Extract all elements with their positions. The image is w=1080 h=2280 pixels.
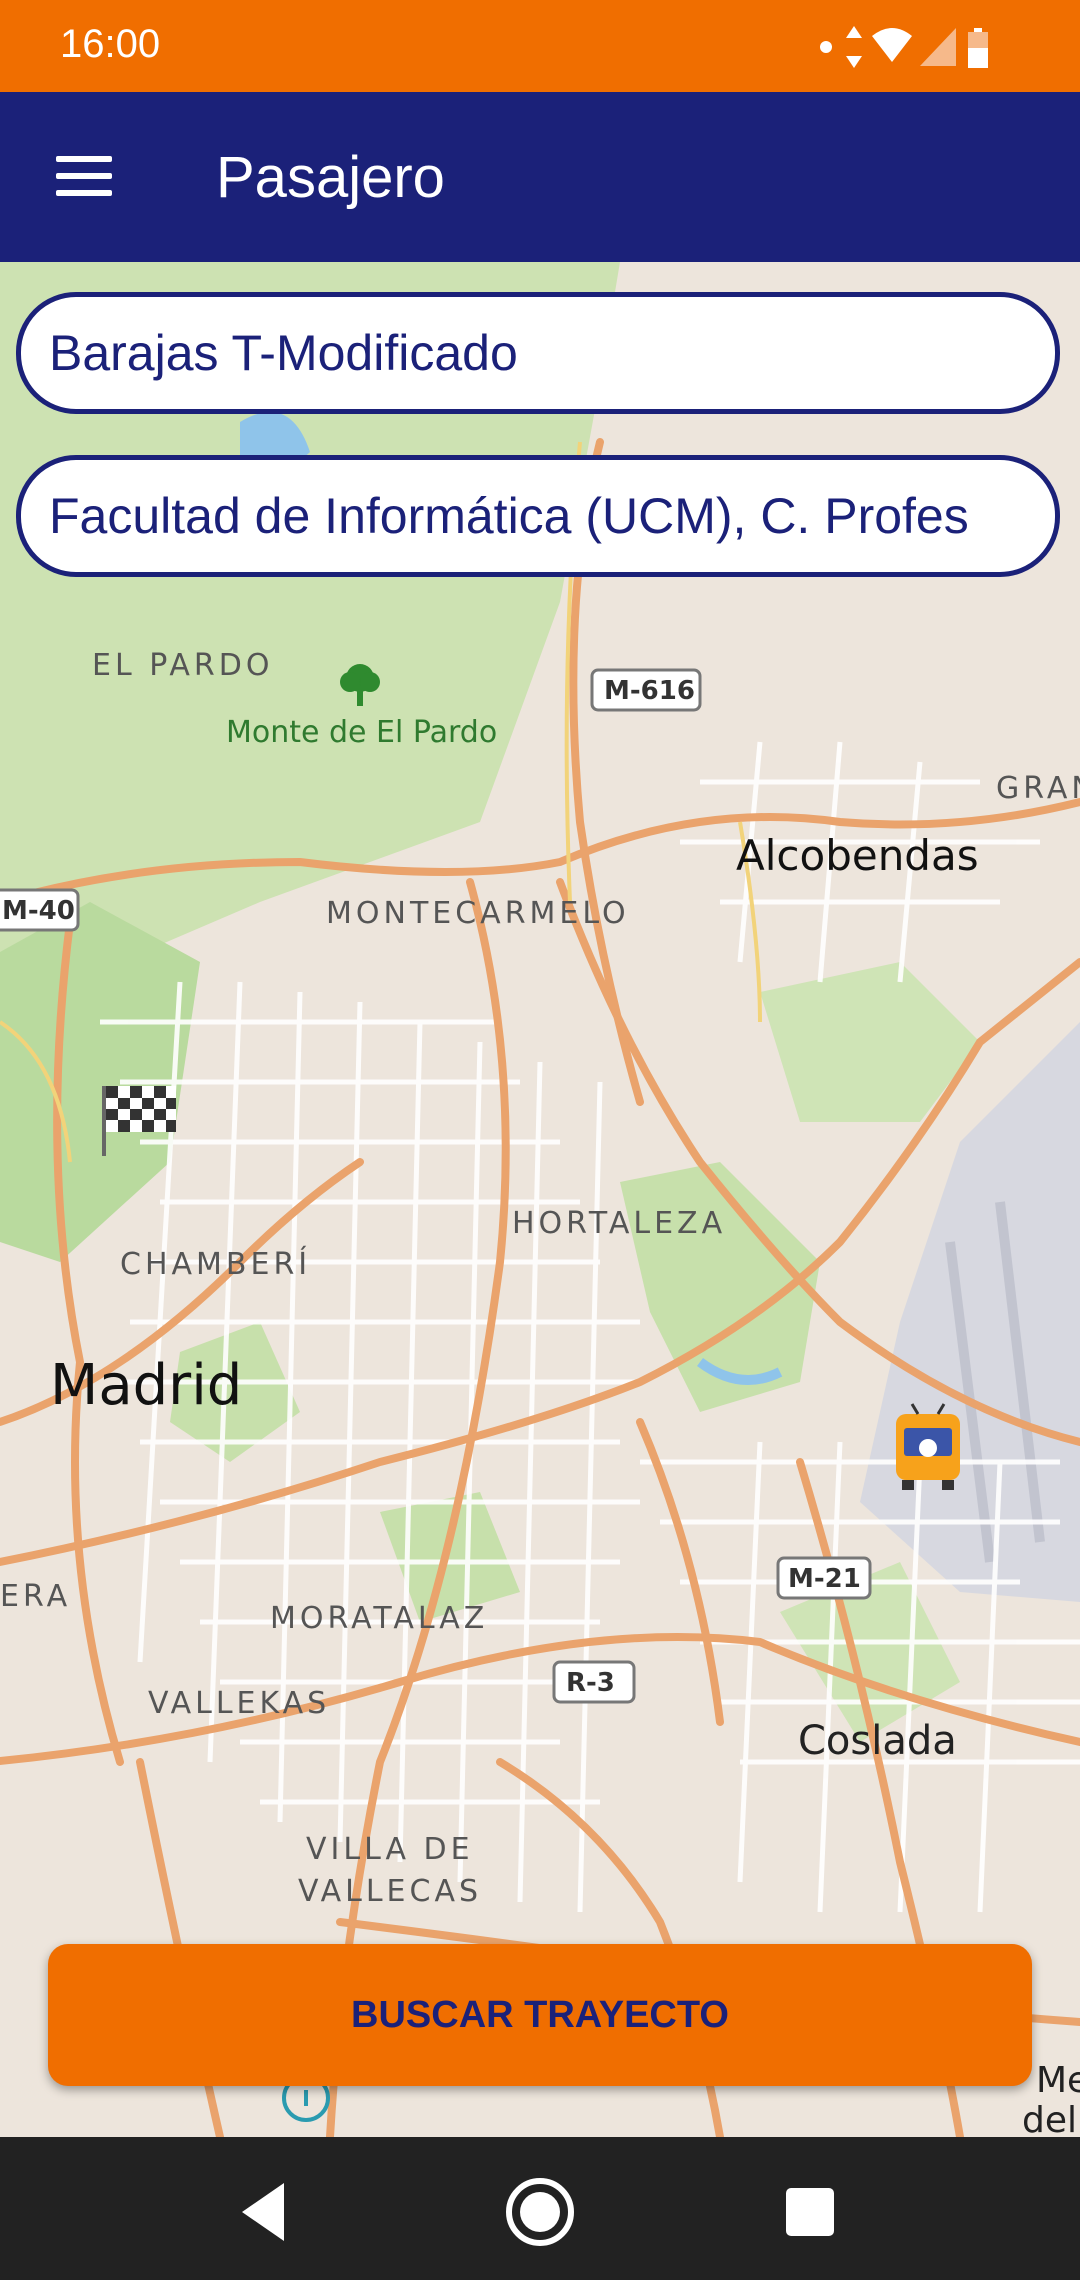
- battery-icon: [968, 28, 988, 68]
- status-bar: 16:00: [0, 0, 1080, 92]
- app-bar: Pasajero: [0, 92, 1080, 262]
- place-label: HORTALEZA: [512, 1206, 726, 1241]
- wifi-icon: [872, 28, 912, 62]
- data-arrows-icon: [846, 26, 862, 68]
- destination-field[interactable]: Facultad de Informática (UCM), C. Profes: [16, 455, 1060, 577]
- place-label: CHAMBERÍ: [120, 1246, 311, 1282]
- app-title: Pasajero: [216, 145, 445, 210]
- road-shield: R-3: [552, 1660, 636, 1704]
- road-shield: M-21: [776, 1556, 872, 1600]
- place-label: Me: [1036, 2060, 1080, 2101]
- place-label: EL PARDO: [92, 648, 273, 683]
- home-circle-icon[interactable]: [495, 2167, 585, 2257]
- place-label: Alcobendas: [736, 831, 979, 880]
- place-label: Coslada: [798, 1718, 957, 1764]
- road-shield-label: R-3: [566, 1668, 615, 1698]
- back-triangle-icon[interactable]: [222, 2167, 312, 2257]
- road-shield: M-616: [590, 668, 702, 712]
- system-nav-bar: [0, 2137, 1080, 2280]
- signal-icon: [920, 28, 956, 66]
- search-route-button[interactable]: BUSCAR TRAYECTO: [48, 1944, 1032, 2086]
- road-shield: M-40: [0, 888, 80, 932]
- place-label: GRAN: [996, 771, 1080, 806]
- road-shield-label: M-616: [604, 676, 695, 706]
- recents-square-icon[interactable]: [765, 2167, 855, 2257]
- hamburger-menu-icon[interactable]: [48, 144, 120, 208]
- bus-icon[interactable]: [896, 1403, 960, 1490]
- place-label: VILLA DE: [306, 1832, 474, 1867]
- place-label: MORATALAZ: [270, 1601, 488, 1636]
- road-shield-label: M-21: [788, 1564, 861, 1594]
- dot-icon: [820, 41, 832, 53]
- place-label: VALLEKAS: [148, 1686, 330, 1721]
- place-label: Monte de El Pardo: [226, 715, 497, 750]
- road-shield-label: M-40: [2, 896, 75, 926]
- status-time: 16:00: [60, 22, 161, 66]
- place-label: MONTECARMELO: [326, 896, 630, 931]
- place-label: ERA: [0, 1579, 71, 1614]
- status-icons: [820, 26, 988, 68]
- place-label: del: [1022, 2100, 1077, 2137]
- place-label: Madrid: [50, 1353, 242, 1418]
- place-label: VALLECAS: [298, 1874, 482, 1909]
- origin-field[interactable]: Barajas T-Modificado: [16, 292, 1060, 414]
